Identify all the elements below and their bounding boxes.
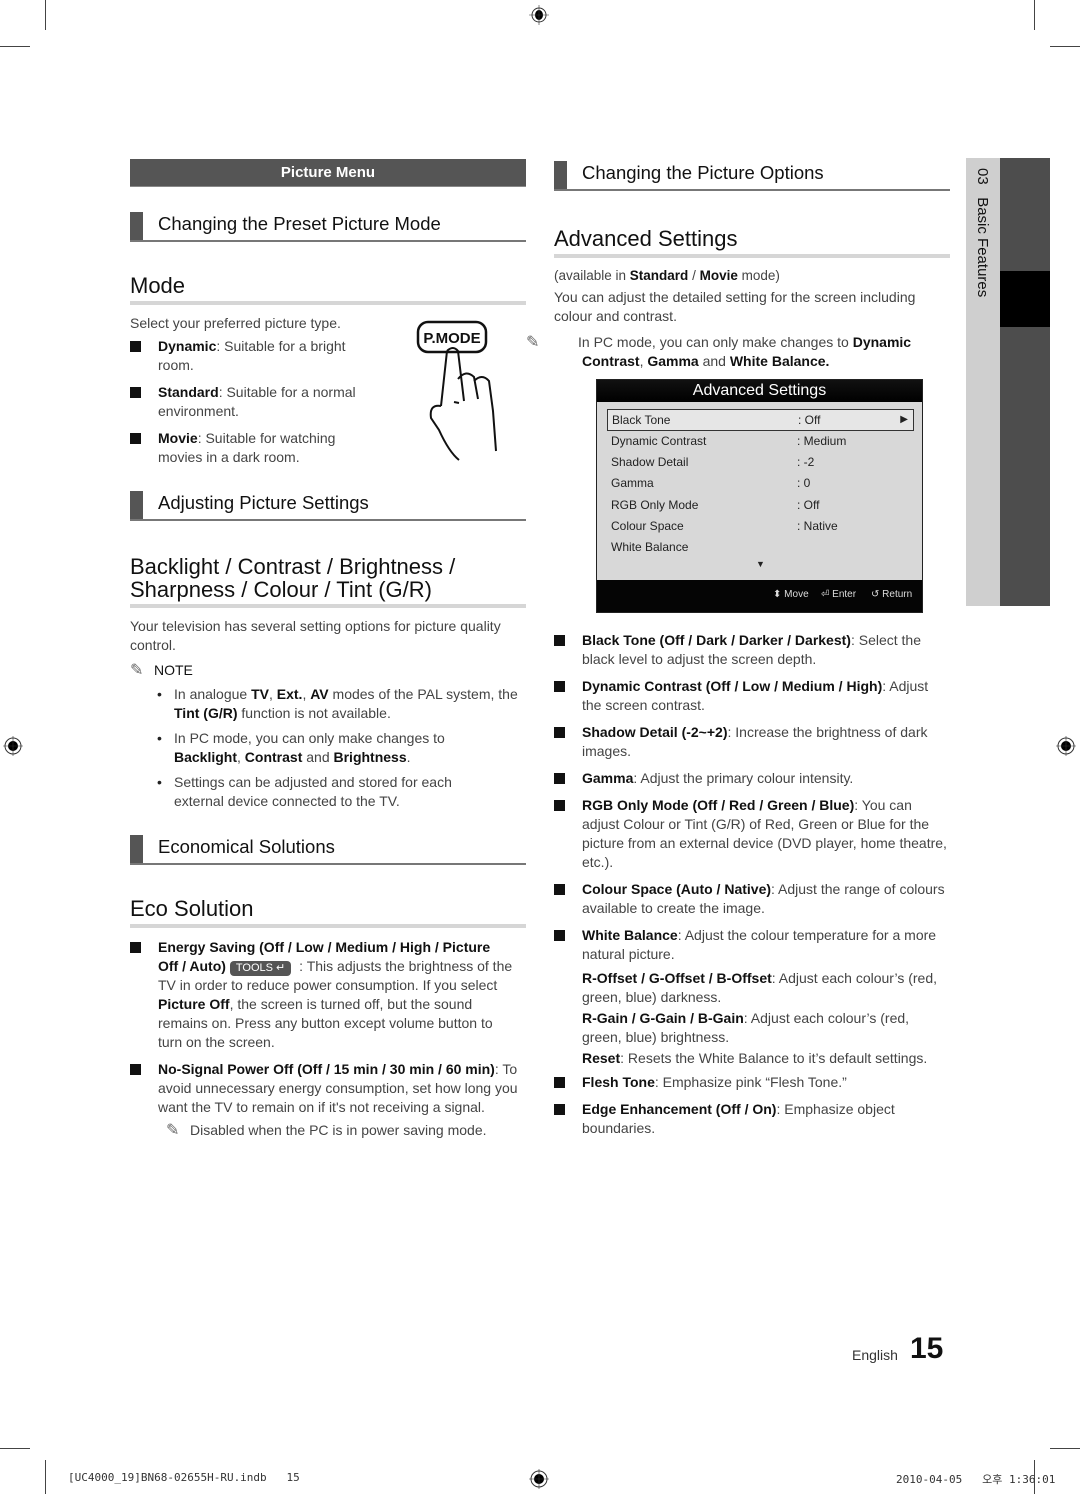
registration-mark-icon <box>529 5 549 25</box>
eco-item-no-signal: No-Signal Power Off (Off / 15 min / 30 m… <box>130 1060 526 1117</box>
right-column: Changing the Picture Options Advanced Se… <box>526 159 950 371</box>
osd-row-shadow-detail[interactable]: Shadow Detail: -2 <box>607 452 912 472</box>
advanced-items-list: Black Tone (Off / Dark / Darker / Darkes… <box>554 631 950 1138</box>
adv-item: RGB Only Mode (Off / Red / Green / Blue)… <box>554 796 950 872</box>
updown-arrow-icon: ⬍ <box>773 589 782 600</box>
wb-sub-item: R-Gain / G-Gain / B-Gain: Adjust each co… <box>582 1010 910 1045</box>
registration-mark-icon <box>1056 736 1076 756</box>
osd-title: Advanced Settings <box>597 380 922 402</box>
pencil-note-icon: ✎ <box>166 1122 180 1139</box>
pencil-note-icon: ✎ <box>526 334 540 351</box>
mode-item-movie: Movie: Suitable for watching movies in a… <box>130 429 368 467</box>
backlight-intro: Your television has several setting opti… <box>130 618 501 653</box>
page-number: 15 <box>910 1332 944 1365</box>
note-item: Settings can be adjusted and stored for … <box>130 773 494 811</box>
footer-language: English <box>852 1347 898 1363</box>
adv-item: Flesh Tone: Emphasize pink “Flesh Tone.” <box>554 1073 950 1092</box>
crop-mark <box>45 0 46 30</box>
adv-item: Colour Space (Auto / Native): Adjust the… <box>554 880 950 918</box>
osd-row-gamma[interactable]: Gamma: 0 <box>607 473 912 493</box>
adv-item: White Balance: Adjust the colour tempera… <box>554 926 950 964</box>
advanced-settings-title: Advanced Settings <box>554 227 950 258</box>
adv-item: Edge Enhancement (Off / On): Emphasize o… <box>554 1100 950 1138</box>
availability-text: (available in Standard / Movie mode) <box>554 268 780 283</box>
eco-note: ✎ Disabled when the PC is in power saving… <box>166 1122 487 1139</box>
osd-return-hint: ↺ Return <box>871 589 913 600</box>
note-item: In analogue TV, Ext., AV modes of the PA… <box>130 685 526 723</box>
osd-move-hint: ⬍ Move <box>773 589 809 600</box>
osd-row-black-tone[interactable]: Black Tone: Off ▶ <box>607 409 914 431</box>
pmode-button-label: P.MODE <box>423 330 480 347</box>
chapter-tab-label: 03 Basic Features <box>974 168 991 298</box>
adv-item: Gamma: Adjust the primary colour intensi… <box>554 769 950 788</box>
mode-intro: Select your preferred picture type. <box>130 315 341 331</box>
print-slug-date: 2010-04-05 오후 1:36:01 <box>896 1473 1056 1486</box>
mode-item-standard: Standard: Suitable for a normal environm… <box>130 383 378 421</box>
mode-title: Mode <box>130 274 526 305</box>
section-heading-economical: Economical Solutions <box>130 833 526 865</box>
wb-sub-item: Reset: Resets the White Balance to it’s … <box>582 1050 928 1066</box>
chapter-tab-marker <box>1000 271 1050 327</box>
crop-mark <box>1050 46 1080 47</box>
wb-sub-item: R-Offset / G-Offset / B-Offset: Adjust e… <box>582 970 938 1005</box>
osd-row-rgb-only-mode[interactable]: RGB Only Mode: Off <box>607 495 912 515</box>
enter-icon: ⏎ <box>821 589 830 600</box>
backlight-title: Backlight / Contrast / Brightness / Shar… <box>130 555 526 608</box>
picture-menu-bar: Picture Menu <box>130 159 526 187</box>
crop-mark <box>0 46 30 47</box>
adv-item: Black Tone (Off / Dark / Darker / Darkes… <box>554 631 950 669</box>
chapter-tab-bar <box>1000 158 1050 606</box>
advanced-settings-osd: Advanced Settings Black Tone: Off ▶ Dynam… <box>596 379 923 613</box>
adv-item: Dynamic Contrast (Off / Low / Medium / H… <box>554 677 950 715</box>
section-heading-adjusting: Adjusting Picture Settings <box>130 489 526 521</box>
adv-item: Shadow Detail (-2~+2): Increase the brig… <box>554 723 950 761</box>
return-icon: ↺ <box>871 589 880 600</box>
mode-item-dynamic: Dynamic: Suitable for a bright room. <box>130 337 368 375</box>
note-item: In PC mode, you can only make changes to… <box>130 729 474 767</box>
crop-mark <box>1050 1448 1080 1449</box>
arrow-right-icon: ▶ <box>900 414 908 425</box>
osd-footer: ⬍ Move ⏎ Enter ↺ Return <box>597 580 922 612</box>
osd-row-dynamic-contrast[interactable]: Dynamic Contrast: Medium <box>607 431 912 451</box>
eco-item-energy-saving: Energy Saving (Off / Low / Medium / High… <box>130 938 513 1052</box>
pmode-hand-illustration: P.MODE <box>416 320 497 461</box>
osd-enter-hint: ⏎ Enter <box>821 589 857 600</box>
pc-mode-note: ✎ In PC mode, you can only make changes t… <box>526 334 912 369</box>
crop-mark <box>0 1448 30 1449</box>
osd-row-colour-space[interactable]: Colour Space: Native <box>607 516 912 536</box>
crop-mark <box>45 1460 46 1494</box>
note-heading: ✎ NOTE <box>130 662 193 679</box>
pencil-note-icon: ✎ <box>130 662 144 679</box>
print-slug-file: [UC4000_19]BN68-02655H-RU.indb 15 <box>68 1471 300 1484</box>
left-column: Picture Menu Changing the Preset Picture… <box>130 159 526 1140</box>
advanced-intro: You can adjust the detailed setting for … <box>554 289 916 324</box>
tools-badge: TOOLS ↵ <box>229 961 292 976</box>
section-heading-picture-options: Changing the Picture Options <box>554 159 950 191</box>
section-heading-preset-mode: Changing the Preset Picture Mode <box>130 210 526 242</box>
eco-title: Eco Solution <box>130 897 526 928</box>
osd-row-white-balance[interactable]: White Balance <box>607 537 912 557</box>
scroll-down-icon[interactable]: ▼ <box>756 559 765 569</box>
registration-mark-icon <box>3 736 23 756</box>
registration-mark-icon <box>529 1469 549 1489</box>
crop-mark <box>1034 0 1035 30</box>
